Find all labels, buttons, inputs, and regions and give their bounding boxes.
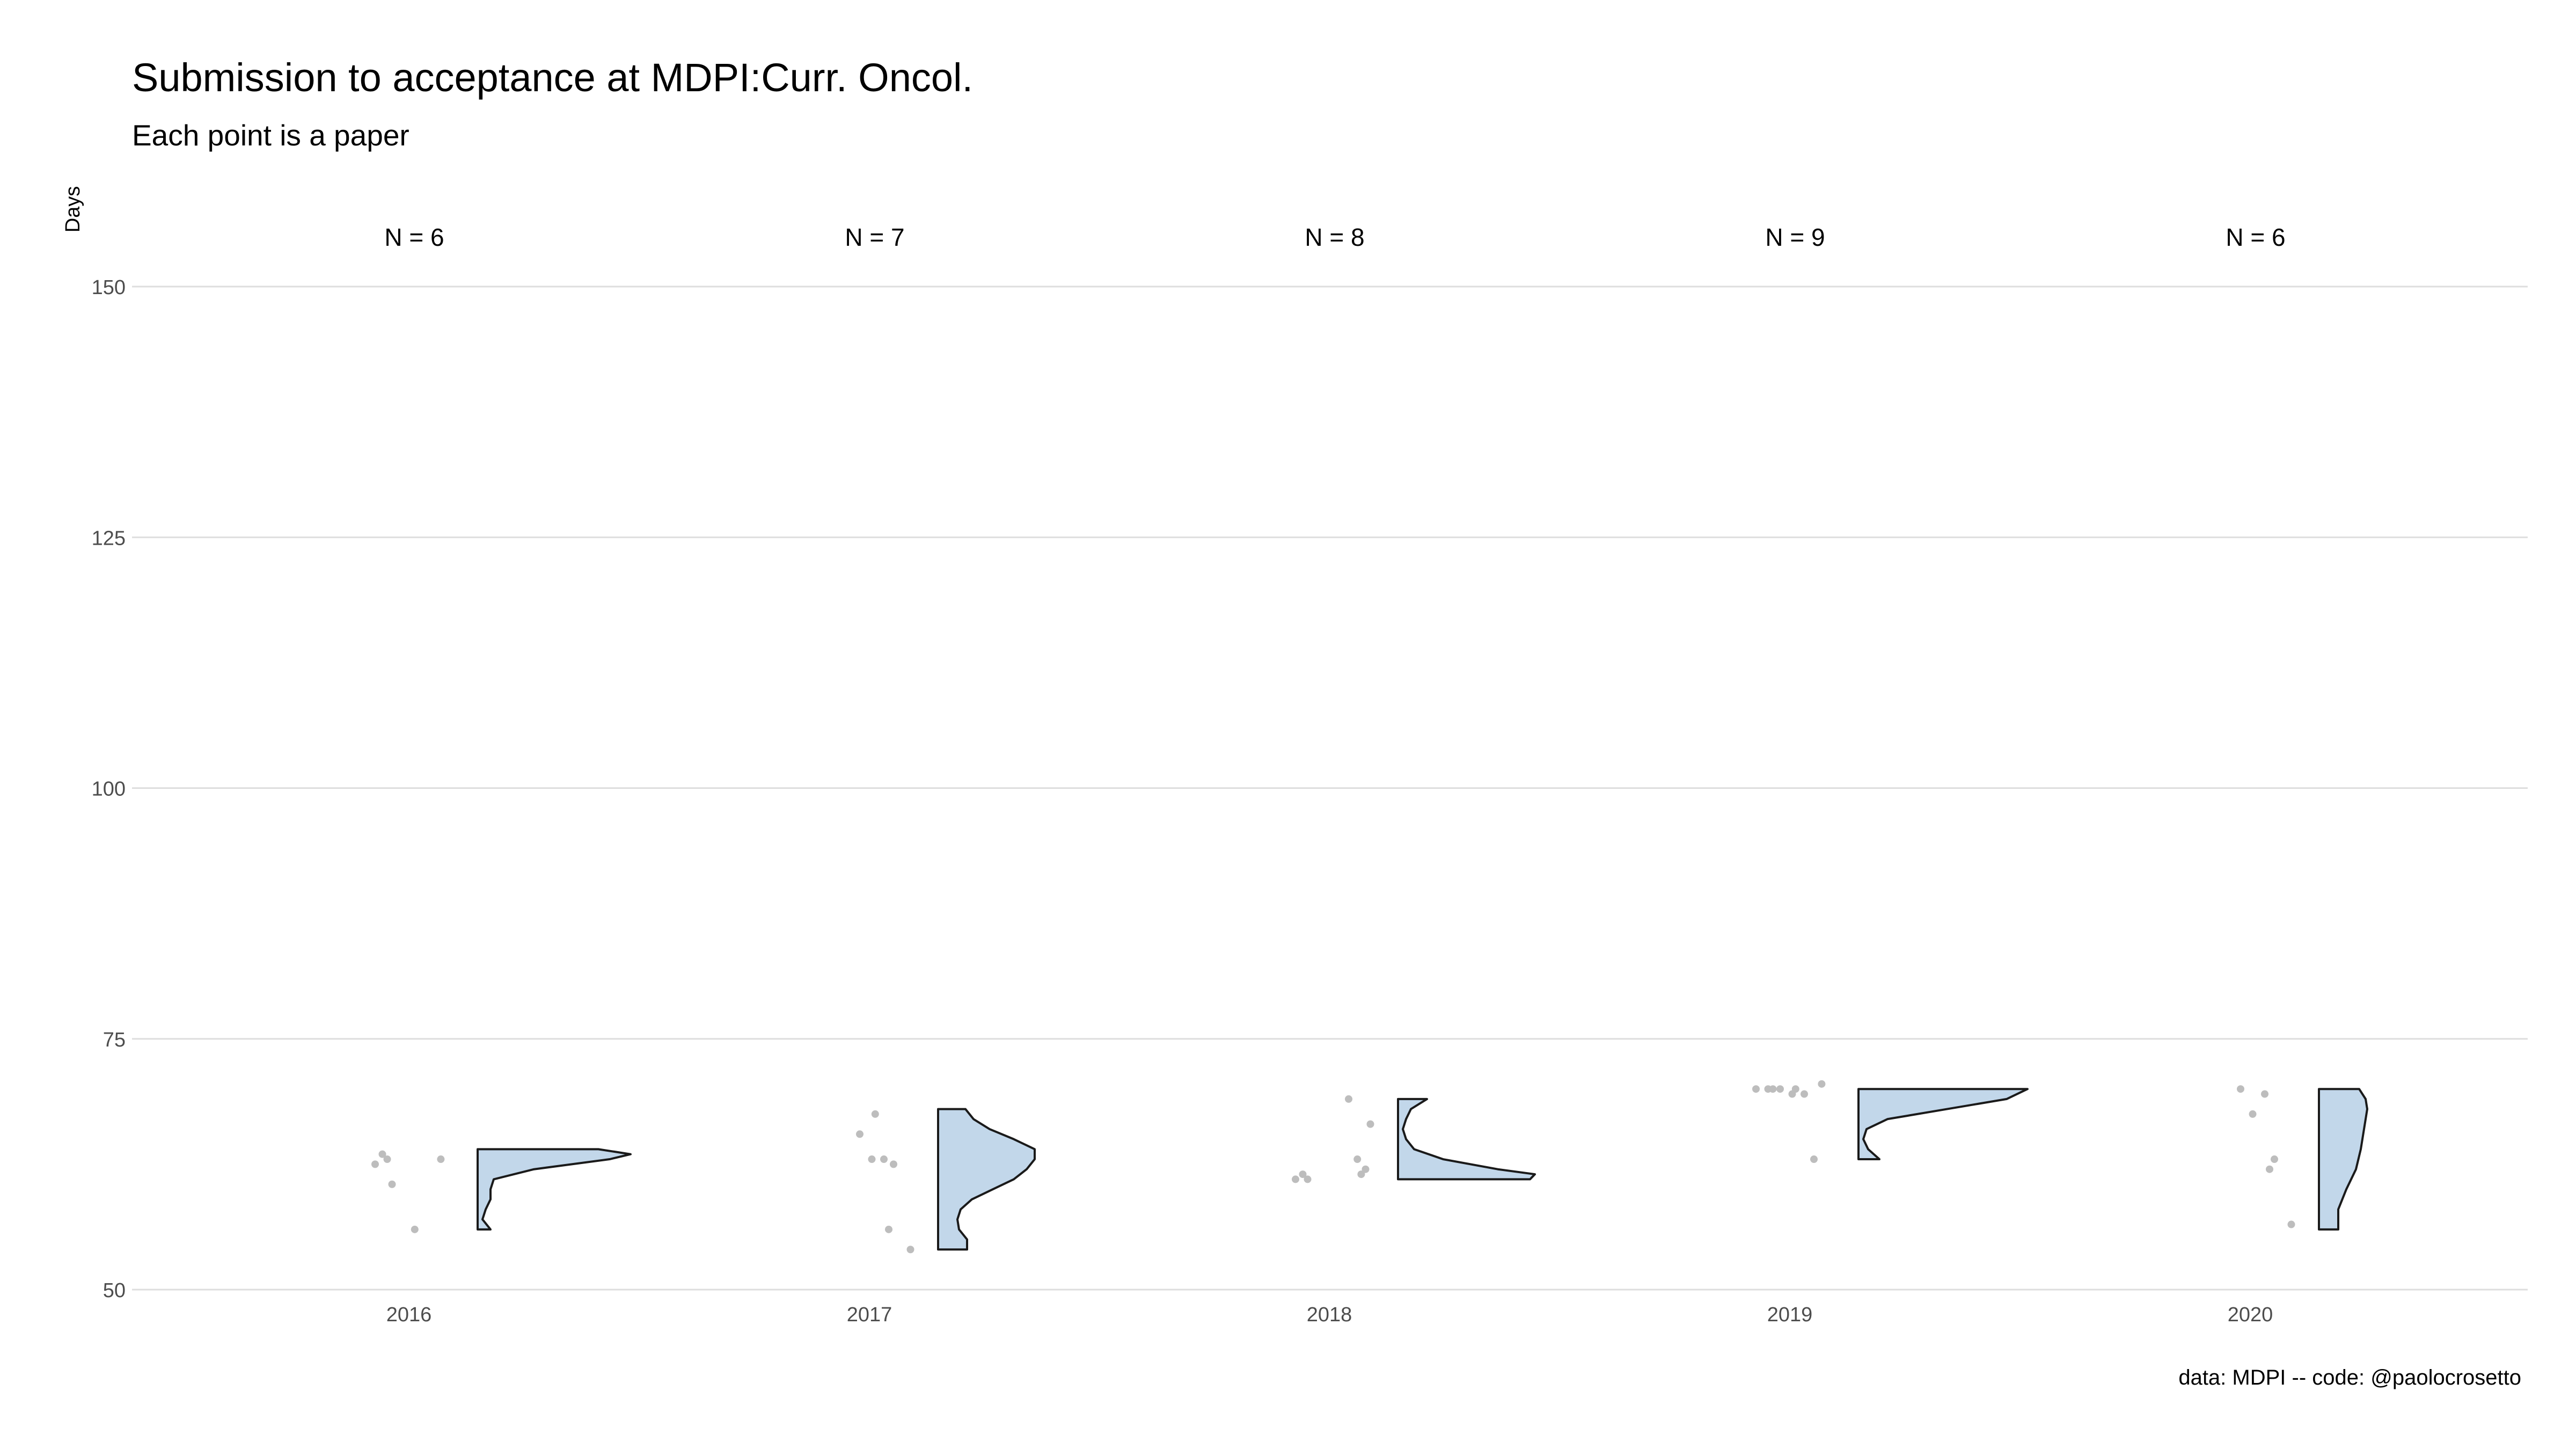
data-point [1752,1085,1760,1093]
data-point [383,1155,391,1163]
data-point [880,1155,888,1163]
y-tick-label: 75 [103,1029,126,1051]
data-point [2249,1110,2257,1118]
count-label: N = 6 [384,223,444,251]
data-point [890,1160,897,1168]
data-point [856,1130,863,1138]
plot-area: 50 75 100 125 150 Days N = 6 2016 N = 7 2017 N = 8… [62,186,2528,1326]
data-point [1292,1175,1299,1183]
data-point [868,1155,876,1163]
data-point [906,1246,914,1254]
y-tick-label: 150 [92,276,126,299]
data-point [1345,1095,1352,1103]
y-tick-label: 100 [92,778,126,801]
data-point [1801,1090,1808,1098]
data-point [1304,1175,1312,1183]
data-point [2266,1165,2273,1173]
count-label: N = 7 [845,223,904,251]
x-tick-label: 2016 [386,1304,432,1326]
count-label: N = 9 [1765,223,1825,251]
data-point [1788,1090,1796,1098]
x-tick-label: 2018 [1307,1304,1352,1326]
data-point [411,1225,419,1233]
data-point [371,1160,379,1168]
violin [937,1108,1036,1251]
data-point [2287,1220,2295,1228]
x-tick-label: 2017 [847,1304,892,1326]
violin [477,1148,632,1231]
data-point [2237,1085,2244,1093]
data-point [437,1155,445,1163]
data-point [1769,1085,1777,1093]
data-point [885,1225,892,1233]
x-tick-label: 2019 [1767,1304,1813,1326]
violin [1857,1088,2029,1161]
data-point [2261,1090,2268,1098]
count-label: N = 8 [1305,223,1364,251]
count-label: N = 6 [2226,223,2285,251]
data-point [388,1180,396,1188]
violin [1397,1097,1536,1181]
y-tick-label: 125 [92,527,126,550]
data-point [1353,1155,1362,1163]
data-point [871,1110,879,1118]
chart: Submission to acceptance at MDPI:Curr. O… [0,0,2576,1449]
x-tick-label: 2020 [2228,1304,2273,1326]
data-point [2271,1155,2278,1163]
chart-caption: data: MDPI -- code: @paolocrosetto [2178,1366,2521,1389]
data-point [1776,1085,1784,1093]
data-point [1357,1170,1365,1179]
y-axis-label: Days [62,186,84,233]
data-point [1818,1080,1826,1088]
y-tick-label: 50 [103,1279,126,1302]
violin [2318,1088,2368,1231]
data-point [1366,1120,1374,1128]
data-point [1810,1155,1818,1163]
